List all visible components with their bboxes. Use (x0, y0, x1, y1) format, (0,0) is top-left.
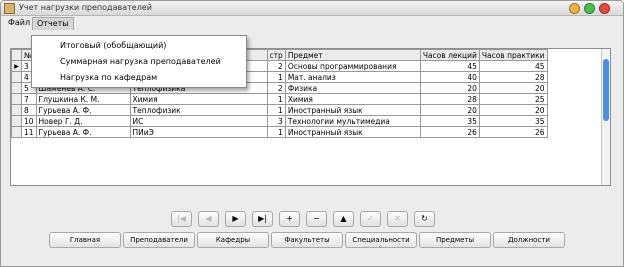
row-indicator[interactable] (11, 115, 22, 127)
table-row[interactable]: 7 Глушкина К. М. Химия 1 Химия 28 25 (11, 93, 548, 105)
table-row[interactable]: 10 Новер Г. Д. ИС 3 Технологии мультимедиа 35… (11, 115, 548, 127)
table-cell[interactable]: 28 (419, 93, 480, 105)
table-cell[interactable]: 2 (266, 82, 286, 94)
table-cell[interactable]: 35 (419, 115, 480, 127)
edit-record-button[interactable]: ▲ (333, 211, 354, 227)
tab-subjects[interactable]: Предметы (419, 232, 491, 248)
tab-faculties[interactable]: Факультеты (271, 232, 343, 248)
table-cell[interactable]: Мат. анализ (284, 71, 421, 83)
last-record-button[interactable]: ▶| (252, 211, 273, 227)
table-cell[interactable]: 1 (266, 104, 286, 116)
table-cell[interactable]: Химия (129, 93, 268, 105)
table-cell[interactable]: 7 (21, 93, 37, 105)
app-icon (4, 3, 15, 14)
table-cell[interactable]: 26 (478, 126, 548, 138)
table-cell[interactable]: ИС (129, 115, 268, 127)
table-cell[interactable]: Физика (284, 82, 421, 94)
next-record-button[interactable]: ▶ (225, 211, 246, 227)
table-cell[interactable]: 28 (478, 71, 548, 83)
db-navigator: |◀ ◀ ▶ ▶| + − ▲ ✓ ✕ ↻ (171, 211, 447, 227)
post-record-button[interactable]: ✓ (360, 211, 381, 227)
table-cell[interactable]: 8 (21, 104, 37, 116)
tab-departments[interactable]: Кафедры (197, 232, 269, 248)
table-cell[interactable]: 20 (478, 82, 548, 94)
table-cell[interactable]: Технологии мультимедиа (284, 115, 421, 127)
scroll-thumb[interactable] (603, 59, 609, 121)
table-row[interactable]: 11 Гурьева А. Ф. ПИиЭ 1 Иностранный язык 26 26 (11, 126, 548, 138)
table-cell[interactable]: 20 (419, 82, 480, 94)
delete-record-button[interactable]: − (306, 211, 327, 227)
row-indicator[interactable] (11, 93, 22, 105)
table-cell[interactable]: Гурьева А. Ф. (35, 126, 131, 138)
menu-item-summary-report[interactable]: Итоговый (обобщающий) (60, 41, 166, 50)
row-indicator[interactable] (11, 126, 22, 138)
column-header-semester[interactable]: стр (266, 49, 286, 61)
table-cell[interactable]: 45 (419, 60, 480, 72)
table-cell[interactable]: 3 (266, 115, 286, 127)
menu-reports[interactable]: Отчеты (32, 17, 74, 30)
title-bar[interactable]: Учет нагрузки преподавателей (1, 1, 623, 16)
table-cell[interactable]: 25 (478, 93, 548, 105)
table-cell[interactable]: 10 (21, 115, 37, 127)
table-cell[interactable]: Основы программирования (284, 60, 421, 72)
table-cell[interactable]: ПИиЭ (129, 126, 268, 138)
menu-bar: Файл Отчеты (1, 16, 623, 31)
table-cell[interactable]: 35 (478, 115, 548, 127)
table-cell[interactable]: Глушкина К. М. (35, 93, 131, 105)
vertical-scrollbar[interactable] (601, 49, 610, 185)
table-cell[interactable]: Новер Г. Д. (35, 115, 131, 127)
row-indicator[interactable] (11, 71, 22, 83)
table-cell[interactable]: 26 (419, 126, 480, 138)
column-header-subject[interactable]: Предмет (284, 49, 421, 61)
column-header-practice-hours[interactable]: Часов практики (478, 49, 548, 61)
table-cell[interactable]: 2 (266, 60, 286, 72)
row-indicator[interactable] (11, 82, 22, 94)
close-button[interactable] (599, 3, 610, 14)
table-cell[interactable]: 1 (266, 126, 286, 138)
refresh-button[interactable]: ↻ (414, 211, 435, 227)
table-cell[interactable]: 20 (419, 104, 480, 116)
insert-record-button[interactable]: + (279, 211, 300, 227)
menu-file[interactable]: Файл (4, 17, 34, 30)
table-cell[interactable]: Теплофизик (129, 104, 268, 116)
app-window: Учет нагрузки преподавателей Файл Отчеты… (0, 0, 624, 267)
table-cell[interactable]: Иностранный язык (284, 104, 421, 116)
minimize-button[interactable] (569, 3, 580, 14)
table-cell[interactable]: 40 (419, 71, 480, 83)
menu-item-teacher-load-total[interactable]: Суммарная нагрузка преподавателей (60, 57, 221, 66)
table-cell[interactable]: 1 (266, 71, 286, 83)
tab-teachers[interactable]: Преподаватели (123, 232, 195, 248)
table-row[interactable]: 8 Гурьева А. Ф. Теплофизик 1 Иностранный язы… (11, 104, 548, 116)
row-indicator[interactable] (11, 104, 22, 116)
table-cell[interactable]: Иностранный язык (284, 126, 421, 138)
tab-main[interactable]: Главная (49, 232, 121, 248)
window-title: Учет нагрузки преподавателей (19, 3, 152, 12)
maximize-button[interactable] (584, 3, 595, 14)
table-cell[interactable]: 45 (478, 60, 548, 72)
tab-specialties[interactable]: Специальности (345, 232, 417, 248)
reports-dropdown-menu: Итоговый (обобщающий) Суммарная нагрузка… (31, 35, 247, 88)
row-indicator[interactable]: ▶ (11, 60, 22, 72)
table-cell[interactable]: 20 (478, 104, 548, 116)
cancel-edit-button[interactable]: ✕ (387, 211, 408, 227)
prior-record-button[interactable]: ◀ (198, 211, 219, 227)
table-cell[interactable]: Гурьева А. Ф. (35, 104, 131, 116)
first-record-button[interactable]: |◀ (171, 211, 192, 227)
table-cell[interactable]: 1 (266, 93, 286, 105)
menu-item-department-load[interactable]: Нагрузка по кафедрам (60, 73, 157, 82)
tab-positions[interactable]: Должности (493, 232, 565, 248)
bottom-tab-bar: Главная Преподаватели Кафедры Факультеты… (49, 232, 569, 248)
row-indicator-header (11, 49, 22, 61)
table-cell[interactable]: 11 (21, 126, 37, 138)
column-header-lecture-hours[interactable]: Часов лекций (419, 49, 480, 61)
table-cell[interactable]: Химия (284, 93, 421, 105)
